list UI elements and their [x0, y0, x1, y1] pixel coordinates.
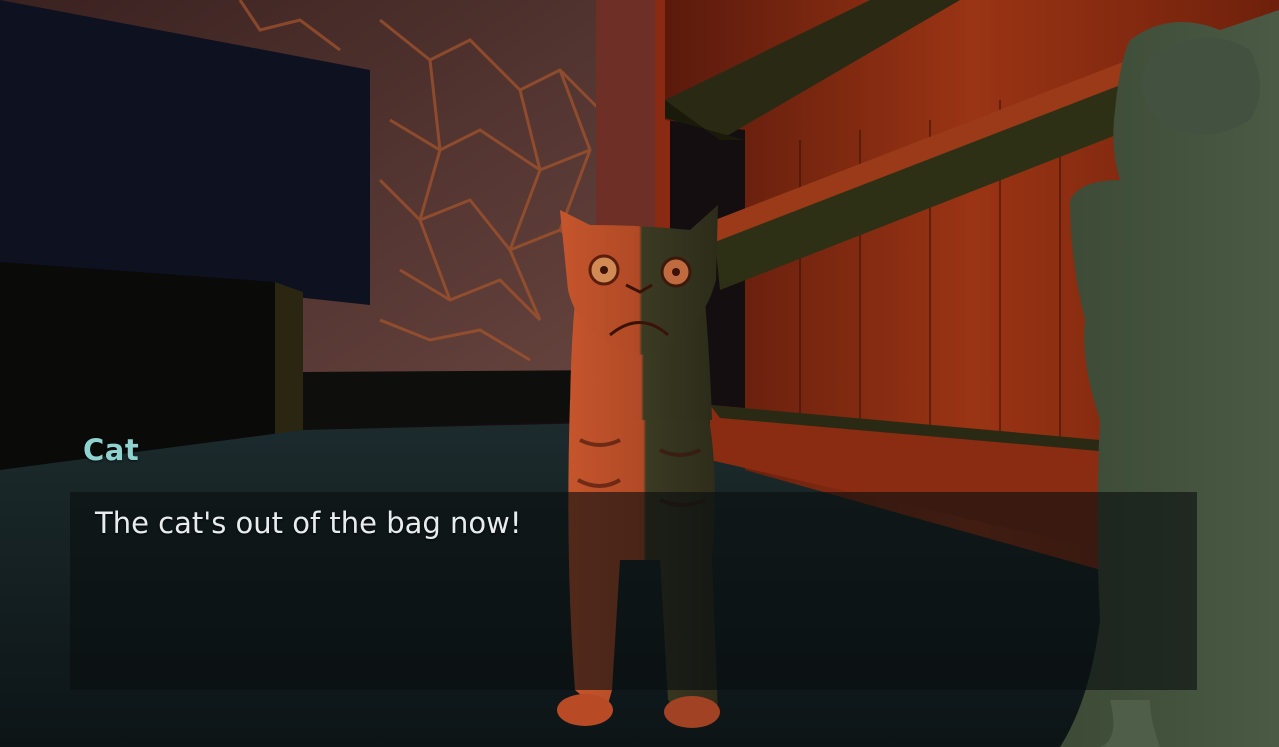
game-viewport[interactable]: Cat The cat's out of the bag now!: [0, 0, 1279, 747]
dialogue-text: The cat's out of the bag now!: [95, 506, 522, 540]
dialogue-box[interactable]: The cat's out of the bag now!: [70, 492, 1197, 690]
speaker-name: Cat: [83, 433, 140, 467]
